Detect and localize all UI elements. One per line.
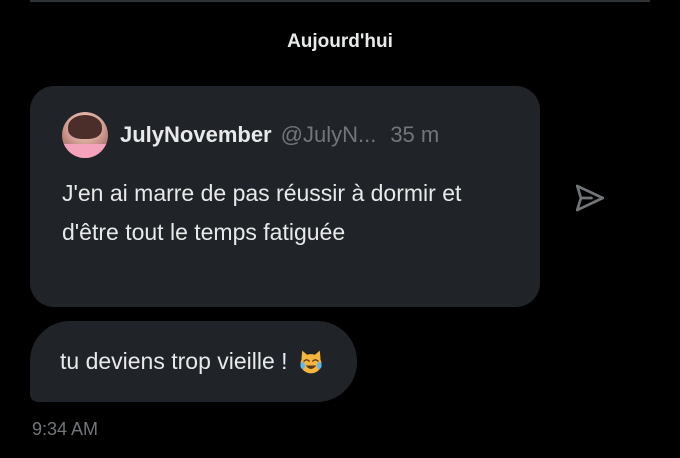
cat-tears-of-joy-icon [299,350,322,373]
message-timestamp: 9:34 AM [32,419,99,439]
avatar-hair-shape [68,115,102,139]
message-bubble[interactable]: tu deviens trop vieille ! [30,321,357,402]
send-icon [575,184,605,212]
date-separator: Aujourd'hui [287,31,393,52]
author-avatar[interactable] [62,112,108,158]
post-time: 35 m [390,122,440,147]
author-handle: @JulyN... [280,122,377,147]
quoted-post-header: JulyNovember @JulyN... 35 m [62,112,439,158]
message-text: tu deviens trop vieille ! [60,348,288,374]
quoted-post-text: J'en ai marre de pas réussir à dormir et… [62,180,462,245]
quoted-post-card[interactable]: JulyNovember @JulyN... 35 m J'en ai marr… [30,86,540,307]
top-divider [30,0,650,2]
author-name[interactable]: JulyNovember [120,122,272,148]
avatar-band-shape [62,144,108,158]
share-button[interactable] [572,180,608,216]
